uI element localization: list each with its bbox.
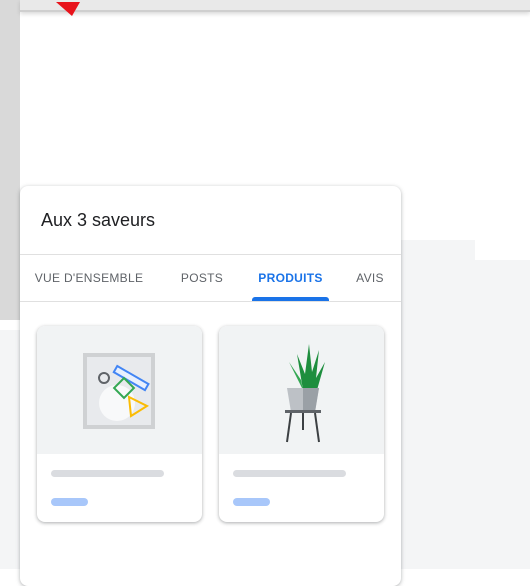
potted-plant-icon	[285, 344, 327, 443]
top-bar	[20, 0, 530, 12]
tab-reviews[interactable]: AVIS	[348, 255, 392, 301]
product-card[interactable]	[37, 326, 202, 522]
cursor-arrow-icon	[56, 2, 80, 16]
product-card[interactable]	[219, 326, 384, 522]
tab-posts[interactable]: POSTS	[172, 255, 232, 301]
product-image	[37, 326, 202, 454]
product-title-placeholder	[233, 470, 346, 477]
divider	[20, 301, 401, 302]
product-title-placeholder	[51, 470, 164, 477]
business-name: Aux 3 saveurs	[41, 210, 156, 230]
product-price-placeholder	[233, 498, 270, 506]
product-price-placeholder	[51, 498, 88, 506]
tab-overview[interactable]: VUE D'ENSEMBLE	[28, 255, 150, 301]
tab-bar: VUE D'ENSEMBLE POSTS PRODUITS AVIS	[20, 255, 401, 301]
business-profile-card: Aux 3 saveurs VUE D'ENSEMBLE POSTS PRODU…	[20, 186, 401, 586]
tab-products[interactable]: PRODUITS	[252, 255, 329, 301]
product-image	[219, 326, 384, 454]
shapes-illustration-icon	[83, 353, 155, 429]
